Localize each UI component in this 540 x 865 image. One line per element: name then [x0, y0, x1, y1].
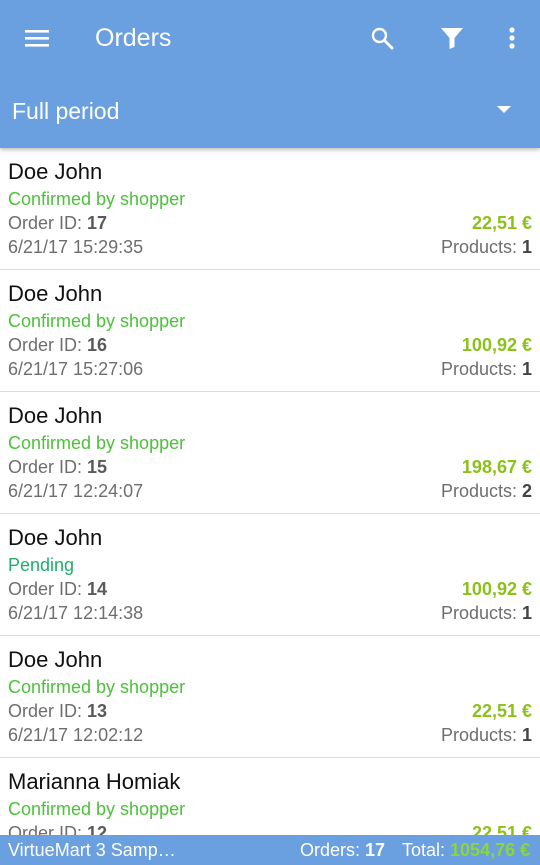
customer-name: Doe John	[8, 403, 103, 428]
customer-name: Doe John	[8, 525, 103, 550]
order-amount: 22,51 €	[471, 823, 532, 835]
period-label: Full period	[12, 98, 120, 124]
order-status: Confirmed by shopper	[8, 677, 186, 697]
order-id-value: 13	[87, 701, 108, 721]
order-row[interactable]: Doe John Confirmed by shopper Order ID: 16…	[0, 270, 540, 392]
total-label: Total:	[402, 840, 451, 860]
orders-count: Orders: 17	[300, 835, 385, 865]
order-id-label: Order ID:	[8, 701, 88, 721]
more-options-button[interactable]	[488, 14, 536, 62]
order-id: Order ID: 13	[8, 700, 107, 722]
order-id-label: Order ID:	[8, 335, 88, 355]
order-amount: 100,92 €	[461, 579, 532, 599]
products-label: Products:	[440, 603, 522, 623]
order-id: Order ID: 15	[8, 456, 107, 478]
order-date: 6/21/17 12:24:07	[8, 481, 144, 501]
customer-name: Marianna Homiak	[8, 769, 181, 794]
more-vert-icon	[509, 27, 515, 49]
dropdown-caret-icon[interactable]	[497, 106, 511, 113]
order-row[interactable]: Marianna Homiak Confirmed by shopper Order…	[0, 758, 540, 835]
order-status: Confirmed by shopper	[8, 311, 186, 331]
order-id-value: 14	[87, 579, 108, 599]
order-amount: 22,51 €	[471, 701, 532, 721]
filter-icon	[441, 28, 463, 49]
order-products: Products: 1	[441, 724, 532, 746]
order-id-label: Order ID:	[8, 457, 88, 477]
app-bar: Orders Full period	[0, 0, 540, 148]
orders-count-label: Orders:	[300, 840, 366, 860]
order-id-label: Order ID:	[8, 213, 88, 233]
order-id-value: 15	[87, 457, 108, 477]
menu-button[interactable]	[13, 14, 61, 62]
products-label: Products:	[440, 725, 522, 745]
order-row[interactable]: Doe John Confirmed by shopper Order ID: 15…	[0, 392, 540, 514]
order-id-value: 17	[87, 213, 108, 233]
products-label: Products:	[440, 237, 522, 257]
customer-name: Doe John	[8, 647, 103, 672]
hamburger-menu-icon	[25, 30, 49, 47]
products-count: 1	[521, 237, 532, 257]
search-button[interactable]	[358, 14, 406, 62]
products-count: 2	[521, 481, 532, 501]
order-row[interactable]: Doe John Confirmed by shopper Order ID: 17…	[0, 148, 540, 270]
orders-count-value: 17	[365, 840, 386, 860]
order-amount: 100,92 €	[461, 335, 532, 355]
order-id: Order ID: 14	[8, 578, 107, 600]
customer-name: Doe John	[8, 159, 103, 184]
order-id-value: 16	[87, 335, 108, 355]
order-total: Total: 1054,76 €	[402, 835, 530, 865]
products-count: 1	[521, 603, 532, 623]
order-products: Products: 1	[441, 358, 532, 380]
orders-list[interactable]: Doe John Confirmed by shopper Order ID: 17…	[0, 148, 540, 835]
period-selector[interactable]: Full period	[0, 86, 540, 138]
toolbar: Orders	[0, 0, 540, 76]
order-products: Products: 1	[441, 236, 532, 258]
order-products: Products: 1	[441, 602, 532, 624]
order-status: Confirmed by shopper	[8, 189, 186, 209]
order-status: Pending	[8, 555, 75, 575]
order-row[interactable]: Doe John Confirmed by shopper Order ID: 13…	[0, 636, 540, 758]
order-row[interactable]: Doe John Pending Order ID: 14 6/21/17 12:14…	[0, 514, 540, 636]
products-label: Products:	[440, 481, 522, 501]
order-amount: 198,67 €	[461, 457, 532, 477]
total-value: 1054,76 €	[450, 840, 531, 860]
order-date: 6/21/17 15:27:06	[8, 359, 144, 379]
shop-name: VirtueMart 3 Samp…	[8, 840, 176, 860]
products-count: 1	[521, 359, 532, 379]
order-id: Order ID: 12	[8, 822, 107, 835]
order-date: 6/21/17 15:29:35	[8, 237, 144, 257]
order-date: 6/21/17 12:02:12	[8, 725, 144, 745]
order-date: 6/21/17 12:14:38	[8, 603, 144, 623]
search-icon	[371, 27, 394, 50]
order-id: Order ID: 16	[8, 334, 107, 356]
order-id-label: Order ID:	[8, 823, 88, 835]
summary-bar: VirtueMart 3 Samp… Orders: 17 Total: 105…	[0, 835, 540, 865]
order-id-label: Order ID:	[8, 579, 88, 599]
products-label: Products:	[440, 359, 522, 379]
filter-button[interactable]	[428, 14, 476, 62]
order-status: Confirmed by shopper	[8, 433, 186, 453]
customer-name: Doe John	[8, 281, 103, 306]
page-title: Orders	[95, 24, 172, 52]
order-id: Order ID: 17	[8, 212, 107, 234]
order-id-value: 12	[87, 823, 108, 835]
order-amount: 22,51 €	[471, 213, 532, 233]
order-status: Confirmed by shopper	[8, 799, 186, 819]
order-products: Products: 2	[441, 480, 532, 502]
products-count: 1	[521, 725, 532, 745]
